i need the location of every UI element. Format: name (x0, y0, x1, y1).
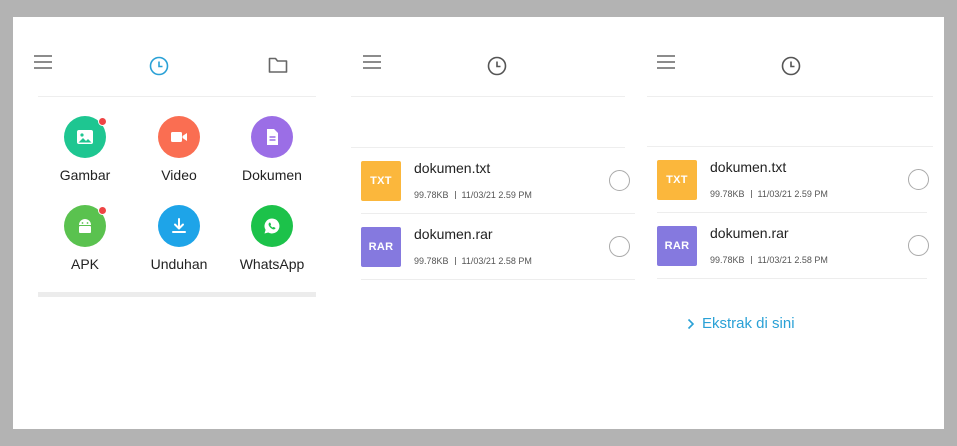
file-row[interactable]: TXT dokumen.txt 99.78KB 11/03/21 2.59 PM (657, 147, 929, 213)
notification-dot (98, 117, 107, 126)
video-circle (158, 116, 200, 158)
horizontal-scrollbar[interactable] (38, 292, 316, 297)
category-whatsapp[interactable]: WhatsApp (225, 205, 319, 285)
unduhan-circle (158, 205, 200, 247)
select-radio[interactable] (908, 169, 929, 190)
meta-separator (454, 257, 456, 265)
txt-file-icon: TXT (361, 161, 401, 201)
category-label: Unduhan (150, 256, 208, 272)
categories-panel: Gambar Video Dokumen APK Unduhan WhatsAp… (34, 17, 319, 429)
clock-icon[interactable] (781, 56, 801, 76)
folder-icon[interactable] (268, 56, 288, 74)
file-row[interactable]: RAR dokumen.rar 99.78KB 11/03/21 2.58 PM (361, 214, 635, 280)
txt-file-icon: TXT (657, 160, 697, 200)
select-radio[interactable] (609, 236, 630, 257)
rar-file-icon: RAR (361, 227, 401, 267)
meta-separator (750, 190, 752, 198)
file-size: 99.78KB (710, 189, 745, 199)
toolbar (351, 17, 625, 97)
menu-icon[interactable] (362, 54, 382, 70)
category-gambar[interactable]: Gambar (38, 116, 132, 196)
file-list-panel: TXT dokumen.txt 99.78KB 11/03/21 2.59 PM … (351, 17, 635, 429)
whatsapp-circle (251, 205, 293, 247)
video-camera-icon (171, 132, 187, 142)
category-unduhan[interactable]: Unduhan (132, 205, 226, 285)
file-meta: 99.78KB 11/03/21 2.59 PM (414, 190, 532, 200)
file-list-extract-panel: TXT dokumen.txt 99.78KB 11/03/21 2.59 PM … (647, 17, 933, 429)
screenshot-card: Gambar Video Dokumen APK Unduhan WhatsAp… (13, 17, 944, 429)
clock-icon[interactable] (487, 56, 507, 76)
file-row[interactable]: TXT dokumen.txt 99.78KB 11/03/21 2.59 PM (361, 148, 635, 214)
image-icon (77, 130, 93, 144)
notification-dot (98, 206, 107, 215)
android-icon (79, 219, 91, 233)
category-apk[interactable]: APK (38, 205, 132, 285)
download-icon (172, 218, 186, 233)
file-date: 11/03/21 2.59 PM (461, 190, 532, 200)
file-name: dokumen.txt (414, 160, 491, 176)
category-label: Video (161, 167, 197, 183)
category-label: WhatsApp (239, 256, 305, 272)
meta-separator (454, 191, 456, 199)
file-date: 11/03/21 2.58 PM (757, 255, 828, 265)
category-label: Gambar (59, 167, 111, 183)
menu-icon[interactable] (33, 54, 53, 70)
file-size: 99.78KB (414, 256, 449, 266)
meta-separator (750, 256, 752, 264)
select-radio[interactable] (609, 170, 630, 191)
chevron-right-icon (687, 318, 695, 329)
file-name: dokumen.rar (710, 225, 789, 241)
extract-label: Ekstrak di sini (702, 315, 795, 332)
category-dokumen[interactable]: Dokumen (225, 116, 319, 196)
apk-circle (64, 205, 107, 247)
file-size: 99.78KB (710, 255, 745, 265)
file-meta: 99.78KB 11/03/21 2.58 PM (414, 256, 532, 266)
document-icon (267, 129, 278, 145)
extract-here-link[interactable]: Ekstrak di sini (687, 315, 795, 332)
rar-file-icon: RAR (657, 226, 697, 266)
toolbar (34, 17, 316, 97)
file-meta: 99.78KB 11/03/21 2.59 PM (710, 189, 828, 199)
file-name: dokumen.txt (710, 159, 787, 175)
clock-icon[interactable] (149, 56, 169, 76)
file-size: 99.78KB (414, 190, 449, 200)
category-label: APK (70, 256, 99, 272)
menu-icon[interactable] (656, 54, 676, 70)
file-row[interactable]: RAR dokumen.rar 99.78KB 11/03/21 2.58 PM (657, 213, 929, 279)
file-date: 11/03/21 2.58 PM (461, 256, 532, 266)
select-radio[interactable] (908, 235, 929, 256)
toolbar (647, 17, 933, 97)
gambar-circle (64, 116, 107, 158)
category-video[interactable]: Video (132, 116, 226, 196)
file-date: 11/03/21 2.59 PM (757, 189, 828, 199)
file-meta: 99.78KB 11/03/21 2.58 PM (710, 255, 828, 265)
category-label: Dokumen (242, 167, 302, 183)
dokumen-circle (251, 116, 293, 158)
file-name: dokumen.rar (414, 226, 493, 242)
whatsapp-icon (264, 218, 280, 234)
